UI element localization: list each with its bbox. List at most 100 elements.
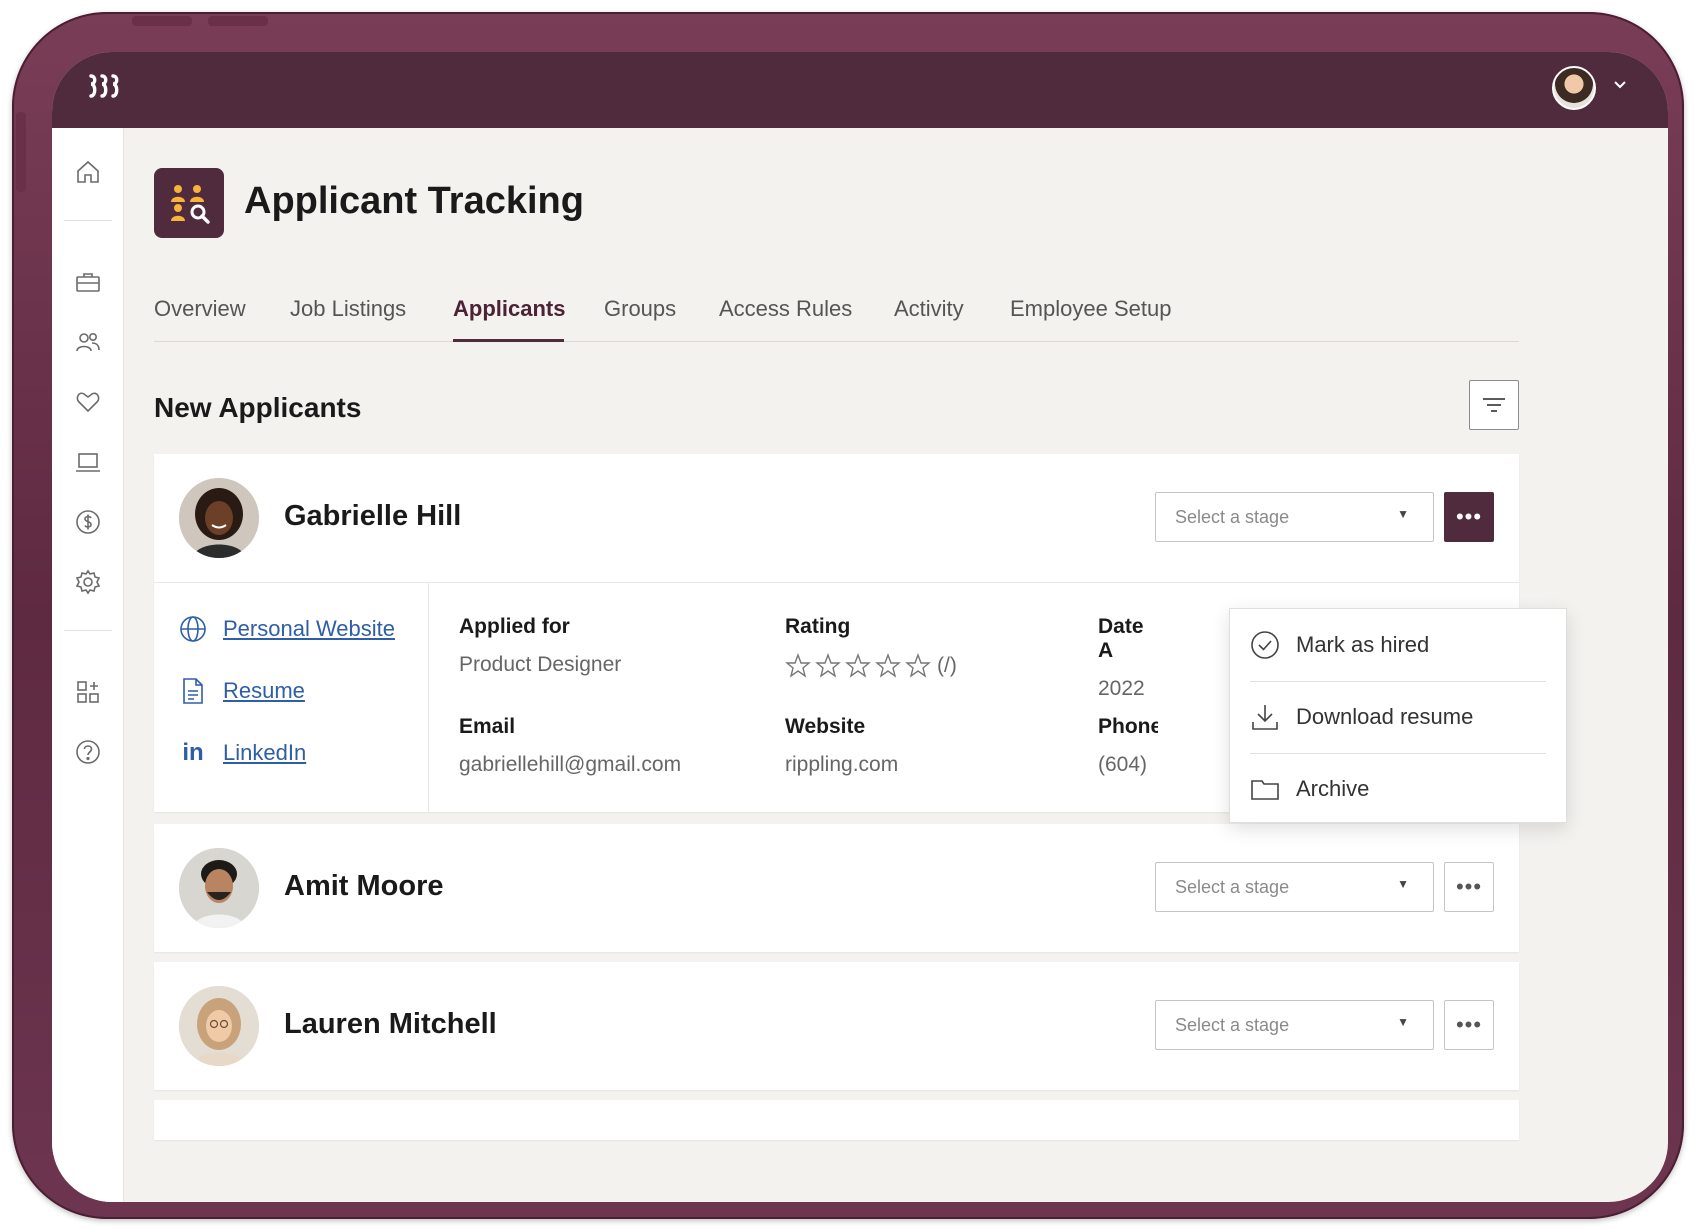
options-menu: Mark as hired Download resume Archive xyxy=(1229,608,1567,823)
link-personal-website[interactable]: Personal Website xyxy=(179,615,395,643)
field-rating: Rating (/) xyxy=(785,615,957,679)
download-icon xyxy=(1250,702,1280,732)
help-icon[interactable] xyxy=(74,738,102,766)
field-value: rippling.com xyxy=(785,753,899,776)
more-options-button[interactable]: ••• xyxy=(1444,1000,1494,1050)
field-label: Rating xyxy=(785,615,851,638)
people-icon[interactable] xyxy=(74,328,102,356)
link-linkedin[interactable]: in LinkedIn xyxy=(179,739,306,767)
field-label: Applied for xyxy=(459,615,570,638)
heart-icon[interactable] xyxy=(74,388,102,416)
filter-button[interactable] xyxy=(1469,380,1519,430)
stage-select[interactable]: Select a stage ▼ xyxy=(1155,492,1434,542)
tab-groups[interactable]: Groups xyxy=(604,296,676,322)
menu-item-label: Download resume xyxy=(1296,704,1474,729)
applicant-avatar xyxy=(179,848,259,928)
menu-item-archive[interactable]: Archive xyxy=(1250,753,1546,825)
applicant-name: Lauren Mitchell xyxy=(284,1008,497,1040)
check-circle-icon xyxy=(1250,630,1280,660)
stage-select-placeholder: Select a stage xyxy=(1175,1015,1290,1035)
tab-employee-setup[interactable]: Employee Setup xyxy=(1010,296,1171,322)
menu-item-label: Mark as hired xyxy=(1296,632,1430,657)
app-screen: Applicant Tracking Overview Job Listings… xyxy=(52,52,1668,1202)
more-options-button[interactable]: ••• xyxy=(1444,862,1494,912)
field-phone: Phone (604) xyxy=(1098,715,1158,777)
folder-icon xyxy=(1250,774,1280,804)
stage-select[interactable]: Select a stage ▼ xyxy=(1155,862,1434,912)
ellipsis-icon: ••• xyxy=(1455,1012,1483,1037)
tab-applicants[interactable]: Applicants xyxy=(453,296,565,322)
field-applied-for: Applied for Product Designer xyxy=(459,615,621,677)
device-top-button xyxy=(132,16,192,26)
applicant-card: Lauren Mitchell Select a stage ▼ ••• xyxy=(154,962,1519,1090)
applicant-avatar xyxy=(179,478,259,558)
main-content: Applicant Tracking Overview Job Listings… xyxy=(124,128,1668,1202)
caret-down-icon: ▼ xyxy=(1397,877,1409,891)
menu-item-download-resume[interactable]: Download resume xyxy=(1250,681,1546,753)
applicant-avatar xyxy=(179,986,259,1066)
rating-stars[interactable]: (/) xyxy=(785,653,957,679)
linkedin-icon: in xyxy=(182,739,204,766)
star-icons[interactable] xyxy=(785,653,933,679)
dollar-icon[interactable] xyxy=(74,508,102,536)
applicant-name: Gabrielle Hill xyxy=(284,500,462,532)
applicant-card xyxy=(154,1100,1519,1140)
sidebar-divider xyxy=(64,630,112,631)
field-value: (604) xyxy=(1098,753,1148,776)
filter-icon xyxy=(1483,398,1505,412)
tab-bar: Overview Job Listings Applicants Groups … xyxy=(154,288,1519,342)
field-value: Product Designer xyxy=(459,653,622,676)
logo-icon xyxy=(89,74,119,98)
stage-select[interactable]: Select a stage ▼ xyxy=(1155,1000,1434,1050)
applicant-card: Amit Moore Select a stage ▼ ••• xyxy=(154,824,1519,952)
more-options-button[interactable]: ••• xyxy=(1444,492,1494,542)
tab-access-rules[interactable]: Access Rules xyxy=(719,296,852,322)
page-title: Applicant Tracking xyxy=(244,180,584,222)
applicant-name: Amit Moore xyxy=(284,870,444,902)
device-frame: Applicant Tracking Overview Job Listings… xyxy=(12,12,1684,1219)
caret-down-icon: ▼ xyxy=(1397,507,1409,521)
chevron-down-icon[interactable] xyxy=(1612,76,1628,97)
caret-down-icon: ▼ xyxy=(1397,1015,1409,1029)
applicant-tracking-icon xyxy=(154,168,224,238)
ellipsis-icon: ••• xyxy=(1455,504,1483,529)
link-label[interactable]: Personal Website xyxy=(223,616,395,642)
field-label: Email xyxy=(459,715,516,738)
field-value: gabriellehill@gmail.com xyxy=(459,753,682,776)
gear-icon[interactable] xyxy=(74,568,102,596)
document-icon xyxy=(179,677,207,705)
field-label: Date A xyxy=(1098,615,1144,662)
device-top-button xyxy=(208,16,268,26)
user-avatar[interactable] xyxy=(1552,66,1596,110)
applicant-card-header[interactable]: Gabrielle Hill Select a stage ▼ ••• xyxy=(154,454,1519,582)
field-label: Website xyxy=(785,715,866,738)
briefcase-icon[interactable] xyxy=(74,268,102,296)
field-label: Phone xyxy=(1098,715,1158,738)
device-side-button xyxy=(16,112,26,192)
laptop-icon[interactable] xyxy=(74,448,102,476)
field-website: Website rippling.com xyxy=(785,715,898,777)
rippling-logo[interactable] xyxy=(88,72,122,108)
sidebar-divider xyxy=(64,220,112,221)
field-email: Email gabriellehill@gmail.com xyxy=(459,715,681,777)
home-icon[interactable] xyxy=(74,158,102,186)
ellipsis-icon: ••• xyxy=(1455,874,1483,899)
field-value: 2022 xyxy=(1098,677,1145,700)
applicant-links: Personal Website Resume in LinkedIn xyxy=(154,583,429,812)
sidebar xyxy=(52,128,124,1202)
field-date: Date A 2022 xyxy=(1098,615,1158,701)
tab-overview[interactable]: Overview xyxy=(154,296,246,322)
applicant-card-header[interactable]: Lauren Mitchell Select a stage ▼ ••• xyxy=(154,962,1519,1090)
apps-add-icon[interactable] xyxy=(74,678,102,706)
applicant-card-header[interactable]: Amit Moore Select a stage ▼ ••• xyxy=(154,824,1519,952)
link-label[interactable]: LinkedIn xyxy=(223,740,306,766)
top-bar xyxy=(52,52,1668,128)
menu-item-mark-as-hired[interactable]: Mark as hired xyxy=(1250,609,1546,681)
link-resume[interactable]: Resume xyxy=(179,677,305,705)
active-tab-indicator xyxy=(453,339,564,342)
globe-icon xyxy=(179,615,207,643)
tab-job-listings[interactable]: Job Listings xyxy=(290,296,406,322)
tab-activity[interactable]: Activity xyxy=(894,296,964,322)
link-label[interactable]: Resume xyxy=(223,678,305,704)
rating-text: (/) xyxy=(937,654,957,677)
